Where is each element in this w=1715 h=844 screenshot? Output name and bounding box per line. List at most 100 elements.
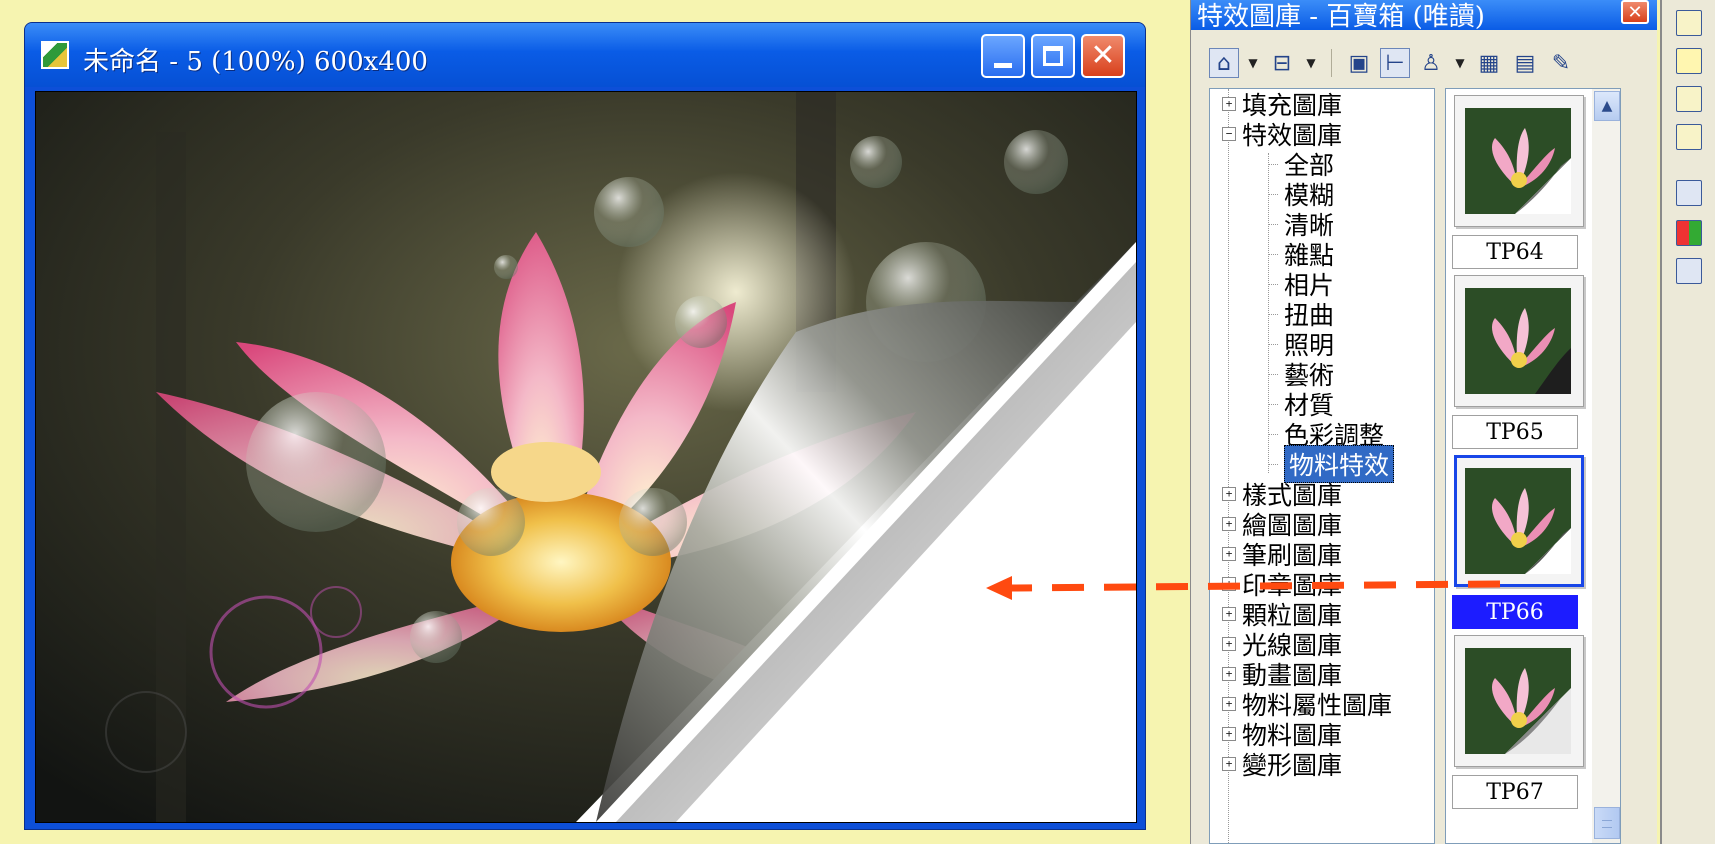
tree-item-transform-library[interactable]: + 變形圖庫 bbox=[1222, 749, 1343, 780]
grip-icon bbox=[1602, 820, 1612, 828]
expand-icon[interactable]: + bbox=[1222, 697, 1236, 711]
tree-item-light-library[interactable]: + 光線圖庫 bbox=[1222, 629, 1342, 660]
storage-icon[interactable]: ⊟ bbox=[1267, 48, 1297, 78]
side-toolbar bbox=[1660, 0, 1715, 844]
expand-icon[interactable]: + bbox=[1222, 727, 1236, 741]
select-icon[interactable] bbox=[1676, 48, 1702, 74]
library-titlebar[interactable]: 特效圖庫 - 百寶箱 (唯讀) ✕ bbox=[1191, 0, 1657, 32]
lotus-page-curl-image bbox=[36, 92, 1136, 822]
paste-icon[interactable] bbox=[1676, 124, 1702, 150]
library-toolbar: ⌂ ▼ ⊟ ▼ ▣ ⊢ ♙ ▼ ▦ ▤ ✎ bbox=[1191, 40, 1657, 86]
copy-icon[interactable] bbox=[1676, 10, 1702, 36]
tree-item-distort[interactable]: 扭曲 bbox=[1268, 299, 1334, 330]
library-close-button[interactable]: ✕ bbox=[1621, 0, 1649, 24]
dropdown-arrow-icon[interactable]: ▼ bbox=[1245, 56, 1261, 70]
tree-item-animation-library[interactable]: + 動畫圖庫 bbox=[1222, 659, 1342, 690]
tree-item-label: 變形圖庫 bbox=[1242, 751, 1343, 780]
edit-icon[interactable]: ✎ bbox=[1546, 48, 1576, 78]
tree-item-sharpen[interactable]: 清晰 bbox=[1268, 209, 1334, 240]
tree-item-artistic[interactable]: 藝術 bbox=[1268, 359, 1334, 390]
color-palette-icon[interactable] bbox=[1676, 220, 1702, 246]
tree-item-material-library[interactable]: + 物料圖庫 bbox=[1222, 719, 1342, 750]
tree-connector bbox=[1268, 313, 1278, 315]
panel-icon[interactable] bbox=[1676, 180, 1702, 206]
expand-icon[interactable]: + bbox=[1222, 607, 1236, 621]
tree-connector bbox=[1268, 433, 1278, 435]
thumbnail-tp67[interactable] bbox=[1454, 635, 1584, 767]
tree-item-drawing-library[interactable]: + 繪圖圖庫 bbox=[1222, 509, 1342, 540]
tree-item-fill-library[interactable]: + 填充圖庫 bbox=[1222, 89, 1342, 120]
thumbnail-label[interactable]: TP64 bbox=[1452, 235, 1578, 269]
expand-icon[interactable]: + bbox=[1222, 637, 1236, 651]
expand-icon[interactable]: + bbox=[1222, 547, 1236, 561]
thumbnail-image bbox=[1465, 648, 1571, 754]
tree-item-texture[interactable]: 材質 bbox=[1268, 389, 1334, 420]
expand-icon[interactable]: + bbox=[1222, 757, 1236, 771]
tree-item-noise[interactable]: 雜點 bbox=[1268, 239, 1334, 270]
tree-connector bbox=[1268, 223, 1278, 225]
dropdown-arrow-icon[interactable]: ▼ bbox=[1452, 56, 1468, 70]
thumbnail-tp64[interactable] bbox=[1454, 95, 1584, 227]
close-icon: ✕ bbox=[1627, 1, 1643, 23]
tree-connector bbox=[1268, 283, 1278, 285]
tree-connector bbox=[1268, 403, 1278, 405]
chevron-up-icon: ▲ bbox=[1601, 98, 1613, 114]
tree-connector bbox=[1268, 163, 1278, 165]
toolbar-separator bbox=[1331, 49, 1332, 77]
tree-view-icon[interactable]: ⊢ bbox=[1380, 48, 1410, 78]
details-view-icon[interactable]: ▤ bbox=[1510, 48, 1540, 78]
tree-item-grain-library[interactable]: + 顆粒圖庫 bbox=[1222, 599, 1342, 630]
tree-item-material-effects[interactable]: 物料特效 bbox=[1268, 445, 1395, 483]
expand-icon[interactable]: + bbox=[1222, 577, 1236, 591]
thumbnail-tp66[interactable] bbox=[1454, 455, 1584, 587]
thumbnail-list[interactable]: TP64 TP65 TP66 TP67 ▲ bbox=[1445, 88, 1621, 844]
close-icon: ✕ bbox=[1090, 38, 1116, 73]
image-document-icon bbox=[41, 41, 69, 69]
tree-item-blur[interactable]: 模糊 bbox=[1268, 179, 1334, 210]
layers-icon[interactable] bbox=[1676, 86, 1702, 112]
library-tree[interactable]: + 填充圖庫 − 特效圖庫 全部 模糊 清晰 雜點 相片 扭曲 照明 藝術 材質… bbox=[1209, 88, 1435, 844]
close-button[interactable]: ✕ bbox=[1081, 34, 1125, 78]
library-title: 特效圖庫 - 百寶箱 (唯讀) bbox=[1197, 2, 1485, 32]
play-icon[interactable] bbox=[1676, 258, 1702, 284]
tree-connector bbox=[1268, 463, 1278, 465]
thumbnail-label[interactable]: TP66 bbox=[1452, 595, 1578, 629]
expand-icon[interactable]: + bbox=[1222, 487, 1236, 501]
document-title: 未命名 - 5 (100%) 600x400 bbox=[83, 47, 428, 77]
tree-item-effects-library[interactable]: − 特效圖庫 bbox=[1222, 119, 1342, 150]
tree-connector bbox=[1268, 193, 1278, 195]
thumbnail-label[interactable]: TP67 bbox=[1452, 775, 1578, 809]
tree-item-stamp-library[interactable]: + 印章圖庫 bbox=[1222, 569, 1342, 600]
tree-item-all[interactable]: 全部 bbox=[1268, 149, 1334, 180]
tree-item-material-attributes-library[interactable]: + 物料屬性圖庫 bbox=[1222, 689, 1392, 720]
tree-item-photo[interactable]: 相片 bbox=[1268, 269, 1334, 300]
maximize-icon bbox=[1043, 46, 1063, 66]
dropdown-arrow-icon[interactable]: ▼ bbox=[1303, 56, 1319, 70]
document-window: 未命名 - 5 (100%) 600x400 ✕ bbox=[24, 22, 1146, 830]
collapse-icon[interactable]: − bbox=[1222, 127, 1236, 141]
scroll-up-button[interactable]: ▲ bbox=[1594, 91, 1620, 121]
thumbnail-label[interactable]: TP65 bbox=[1452, 415, 1578, 449]
library-panel: 特效圖庫 - 百寶箱 (唯讀) ✕ ⌂ ▼ ⊟ ▼ ▣ ⊢ ♙ ▼ ▦ ▤ ✎ … bbox=[1190, 0, 1657, 844]
tree-item-style-library[interactable]: + 樣式圖庫 bbox=[1222, 479, 1342, 510]
library-icon[interactable]: ⌂ bbox=[1209, 48, 1239, 78]
scroll-thumb[interactable] bbox=[1594, 807, 1620, 839]
thumbnail-tp65[interactable] bbox=[1454, 275, 1584, 407]
image-canvas[interactable] bbox=[35, 91, 1137, 823]
image-icon[interactable]: ▣ bbox=[1344, 48, 1374, 78]
tree-connector bbox=[1268, 343, 1278, 345]
grid-view-icon[interactable]: ▦ bbox=[1474, 48, 1504, 78]
thumbnail-image bbox=[1465, 468, 1571, 574]
tree-item-brush-library[interactable]: + 筆刷圖庫 bbox=[1222, 539, 1342, 570]
maximize-button[interactable] bbox=[1031, 34, 1075, 78]
tree-connector bbox=[1268, 373, 1278, 375]
minimize-button[interactable] bbox=[981, 34, 1025, 78]
expand-icon[interactable]: + bbox=[1222, 517, 1236, 531]
thumbnail-image bbox=[1465, 108, 1571, 214]
expand-icon[interactable]: + bbox=[1222, 97, 1236, 111]
thumbnail-scrollbar[interactable]: ▲ bbox=[1592, 89, 1620, 843]
tree-item-lighting[interactable]: 照明 bbox=[1268, 329, 1334, 360]
stamp-icon[interactable]: ♙ bbox=[1416, 48, 1446, 78]
document-titlebar[interactable]: 未命名 - 5 (100%) 600x400 ✕ bbox=[25, 23, 1145, 87]
expand-icon[interactable]: + bbox=[1222, 667, 1236, 681]
